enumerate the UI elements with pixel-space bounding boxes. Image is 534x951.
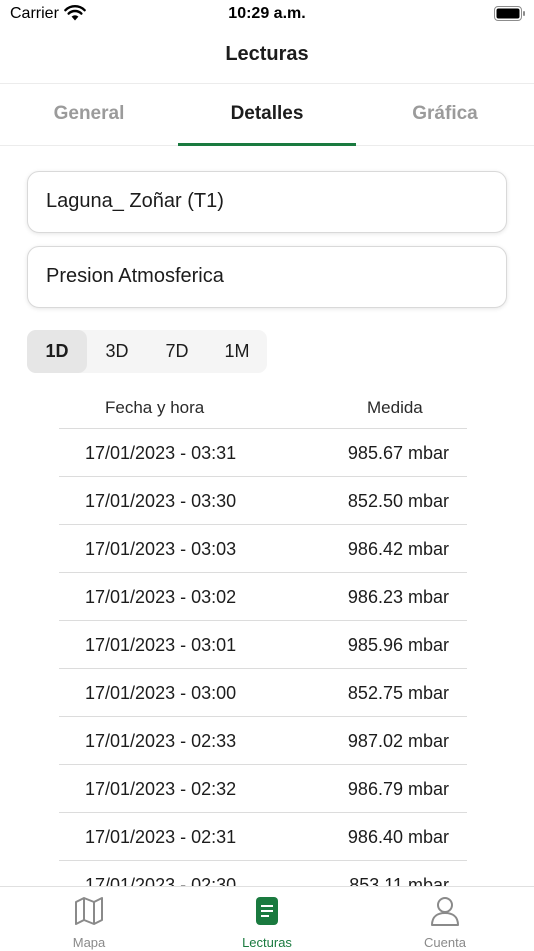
table-row: 17/01/2023 - 02:31 986.40 mbar	[59, 813, 467, 861]
row-value: 987.02 mbar	[347, 731, 449, 751]
document-icon	[256, 897, 278, 925]
row-value: 985.96 mbar	[347, 635, 449, 655]
page-title: Lecturas	[225, 43, 309, 65]
range-3d-button[interactable]: 3D	[87, 330, 147, 373]
battery-icon	[494, 6, 525, 21]
table-row: 17/01/2023 - 03:01 985.96 mbar	[59, 621, 467, 669]
row-value: 852.50 mbar	[347, 491, 449, 511]
tab-detalles[interactable]: Detalles	[178, 84, 356, 146]
range-7d-button[interactable]: 7D	[147, 330, 207, 373]
range-1m-button[interactable]: 1M	[207, 330, 267, 373]
segment-tabs: General Detalles Gráfica	[0, 84, 534, 146]
table-row: 17/01/2023 - 03:30 852.50 mbar	[59, 477, 467, 525]
readings-table: Fecha y hora Medida 17/01/2023 - 03:31 9…	[59, 387, 467, 909]
date-column-header: Fecha y hora	[105, 398, 205, 417]
table-header: Fecha y hora Medida	[59, 387, 467, 429]
status-bar: Carrier 10:29 a.m.	[0, 0, 534, 28]
row-date: 17/01/2023 - 03:30	[85, 491, 237, 511]
row-date: 17/01/2023 - 03:01	[85, 635, 237, 655]
table-row: 17/01/2023 - 02:33 987.02 mbar	[59, 717, 467, 765]
station-selector-label: Laguna_ Zoñar (T1)	[46, 190, 224, 212]
row-value: 986.79 mbar	[347, 779, 449, 799]
row-date: 17/01/2023 - 02:32	[85, 779, 237, 799]
clock-label: 10:29 a.m.	[228, 5, 306, 22]
station-selector[interactable]: Laguna_ Zoñar (T1)	[27, 171, 507, 233]
tabbar-item-mapa[interactable]: Mapa	[0, 887, 178, 951]
table-row: 17/01/2023 - 03:03 986.42 mbar	[59, 525, 467, 573]
tabbar-item-lecturas[interactable]: Lecturas	[178, 887, 356, 951]
table-row: 17/01/2023 - 03:02 986.23 mbar	[59, 573, 467, 621]
row-date: 17/01/2023 - 03:00	[85, 683, 237, 703]
variable-selector-label: Presion Atmosferica	[46, 265, 224, 287]
row-value: 986.23 mbar	[347, 587, 449, 607]
bottom-tab-bar: Mapa Lecturas Cuenta	[0, 886, 534, 951]
row-value: 986.42 mbar	[347, 539, 449, 559]
variable-selector[interactable]: Presion Atmosferica	[27, 246, 507, 308]
person-icon	[431, 897, 459, 926]
row-value: 852.75 mbar	[347, 683, 449, 703]
row-value: 985.67 mbar	[347, 443, 449, 463]
map-icon	[75, 897, 103, 925]
row-date: 17/01/2023 - 03:31	[85, 443, 237, 463]
row-value: 986.40 mbar	[347, 827, 449, 847]
tabbar-label-cuenta: Cuenta	[424, 935, 466, 950]
tab-general[interactable]: General	[0, 84, 178, 145]
tabbar-item-cuenta[interactable]: Cuenta	[356, 887, 534, 951]
row-date: 17/01/2023 - 02:33	[85, 731, 237, 751]
row-date: 17/01/2023 - 03:02	[85, 587, 237, 607]
navigation-bar: Lecturas	[0, 28, 534, 84]
range-1d-button[interactable]: 1D	[27, 330, 87, 373]
table-row: 17/01/2023 - 02:32 986.79 mbar	[59, 765, 467, 813]
tabbar-label-mapa: Mapa	[72, 935, 106, 950]
value-column-header: Medida	[367, 398, 423, 417]
tab-grafica[interactable]: Gráfica	[356, 84, 534, 145]
row-date: 17/01/2023 - 03:03	[85, 539, 237, 559]
row-date: 17/01/2023 - 02:31	[85, 827, 237, 847]
range-segmented-control: 1D 3D 7D 1M	[27, 330, 267, 373]
tabbar-label-lecturas: Lecturas	[242, 935, 292, 950]
table-row: 17/01/2023 - 03:00 852.75 mbar	[59, 669, 467, 717]
table-row: 17/01/2023 - 03:31 985.67 mbar	[59, 429, 467, 477]
